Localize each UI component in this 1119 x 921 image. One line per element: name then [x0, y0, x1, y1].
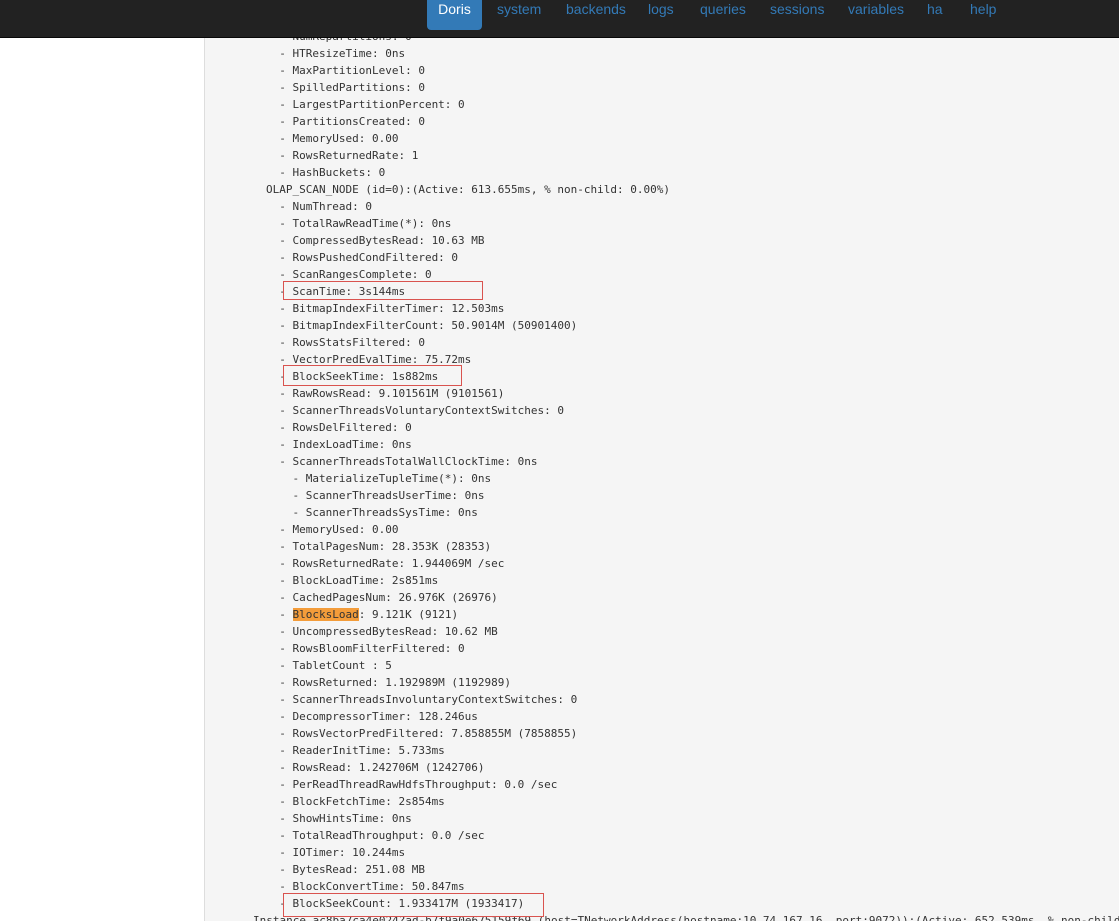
nav-brand-doris[interactable]: Doris — [427, 0, 482, 30]
nav-link-logs[interactable]: logs — [648, 0, 674, 30]
profile-line: - RawRowsRead: 9.101561M (9101561) — [266, 387, 505, 400]
profile-line: - ScannerThreadsVoluntaryContextSwitches… — [266, 404, 565, 417]
profile-line: - BlockConvertTime: 50.847ms — [266, 880, 465, 893]
profile-line: - LargestPartitionPercent: 0 — [266, 98, 465, 111]
profile-line: - BlocksLoad: 9.121K (9121) — [266, 608, 459, 621]
profile-line: - ScannerThreadsTotalWallClockTime: 0ns — [266, 455, 538, 468]
profile-line: - VectorPredEvalTime: 75.72ms — [266, 353, 472, 366]
nav-link-backends[interactable]: backends — [566, 0, 626, 30]
profile-line: - CompressedBytesRead: 10.63 MB — [266, 234, 485, 247]
profile-line: - BlockLoadTime: 2s851ms — [266, 574, 439, 587]
profile-line: - PerReadThreadRawHdfsThroughput: 0.0 /s… — [266, 778, 558, 791]
profile-line: - ScannerThreadsSysTime: 0ns — [266, 506, 478, 519]
profile-line: - ShowHintsTime: 0ns — [266, 812, 412, 825]
left-sidebar — [0, 38, 205, 921]
nav-link-queries[interactable]: queries — [700, 0, 746, 30]
profile-line: - BlockFetchTime: 2s854ms — [266, 795, 445, 808]
profile-line: - BlockSeekTime: 1s882ms — [266, 370, 439, 383]
profile-line: - TotalReadThroughput: 0.0 /sec — [266, 829, 485, 842]
profile-line: - MaterializeTupleTime(*): 0ns — [266, 472, 492, 485]
profile-line: - ScannerThreadsUserTime: 0ns — [266, 489, 485, 502]
nav-link-variables[interactable]: variables — [848, 0, 904, 30]
profile-line: - CachedPagesNum: 26.976K (26976) — [266, 591, 498, 604]
profile-line: - ReaderInitTime: 5.733ms — [266, 744, 445, 757]
profile-line: - SpilledPartitions: 0 — [266, 81, 425, 94]
profile-line: - ScanTime: 3s144ms — [266, 285, 406, 298]
profile-line: - TotalRawReadTime(*): 0ns — [266, 217, 452, 230]
profile-line: Instance ac8ba7ca4e024?ad-b7f9a0e675159f… — [253, 914, 1119, 921]
profile-line: - TotalPagesNum: 28.353K (28353) — [266, 540, 492, 553]
profile-line: - IndexLoadTime: 0ns — [266, 438, 412, 451]
profile-line: - NumThread: 0 — [266, 200, 372, 213]
nav-link-help[interactable]: help — [970, 0, 996, 30]
profile-line: - RowsReturnedRate: 1 — [266, 149, 419, 162]
profile-line: - HashBuckets: 0 — [266, 166, 386, 179]
profile-line: - RowsPushedCondFiltered: 0 — [266, 251, 459, 264]
profile-line: - MemoryUsed: 0.00 — [266, 132, 399, 145]
profile-line: - RowsReturned: 1.192989M (1192989) — [266, 676, 512, 689]
profile-line: - RowsDelFiltered: 0 — [266, 421, 412, 434]
profile-line: - DecompressorTimer: 128.246us — [266, 710, 478, 723]
profile-line: - RowsReturnedRate: 1.944069M /sec — [266, 557, 505, 570]
profile-line: OLAP_SCAN_NODE (id=0):(Active: 613.655ms… — [266, 183, 670, 196]
nav-link-sessions[interactable]: sessions — [770, 0, 824, 30]
profile-line: - PartitionsCreated: 0 — [266, 115, 425, 128]
profile-line: - RowsVectorPredFiltered: 7.858855M (785… — [266, 727, 578, 740]
profile-line: - HTResizeTime: 0ns — [266, 47, 406, 60]
nav-link-ha[interactable]: ha — [927, 0, 943, 30]
profile-line: - RowsRead: 1.242706M (1242706) — [266, 761, 485, 774]
profile-line: - BitmapIndexFilterCount: 50.9014M (5090… — [266, 319, 578, 332]
profile-line: - NumRepartitions: 0 — [266, 38, 411, 45]
profile-line: - IOTimer: 10.244ms — [266, 846, 406, 859]
profile-line: - RowsStatsFiltered: 0 — [266, 336, 425, 349]
profile-line: - UncompressedBytesRead: 10.62 MB — [266, 625, 498, 638]
search-highlight: BlocksLoad — [292, 608, 359, 621]
profile-line: - MaxPartitionLevel: 0 — [266, 64, 425, 77]
profile-line: - TabletCount : 5 — [266, 659, 392, 672]
nav-link-system[interactable]: system — [497, 0, 541, 30]
profile-line: - ScannerThreadsInvoluntaryContextSwitch… — [266, 693, 578, 706]
profile-line: - BitmapIndexFilterTimer: 12.503ms — [266, 302, 505, 315]
top-navbar: Doris system backends logs queries sessi… — [0, 0, 1119, 38]
profile-line: - MemoryUsed: 0.00 — [266, 523, 399, 536]
profile-line: - BytesRead: 251.08 MB — [266, 863, 425, 876]
query-profile-text[interactable]: - NumRepartitions: 0 - HTResizeTime: 0ns… — [205, 38, 1119, 921]
profile-line: - BlockSeekCount: 1.933417M (1933417) — [266, 897, 525, 910]
profile-line: - ScanRangesComplete: 0 — [266, 268, 432, 281]
profile-line: - RowsBloomFilterFiltered: 0 — [266, 642, 465, 655]
